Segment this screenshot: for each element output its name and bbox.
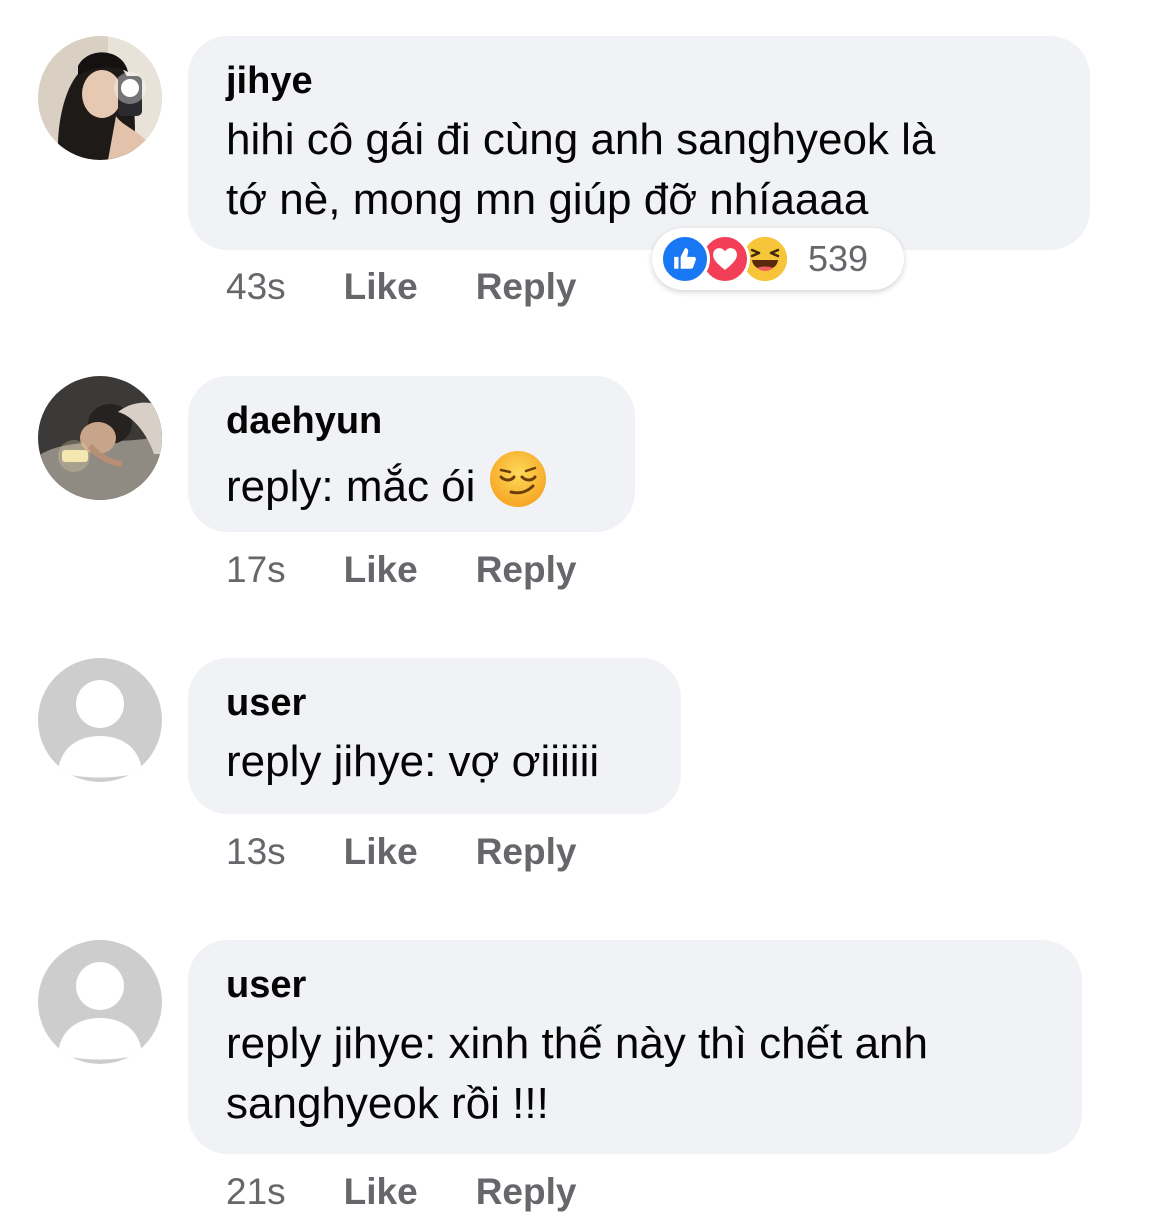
comment-bubble: user reply jihye: vợ ơiiiiii bbox=[188, 658, 681, 814]
like-button[interactable]: Like bbox=[344, 831, 418, 873]
reaction-count: 539 bbox=[808, 238, 869, 279]
comment-author[interactable]: daehyun bbox=[226, 398, 597, 444]
like-button[interactable]: Like bbox=[344, 266, 418, 308]
smirk-emoji bbox=[489, 450, 547, 524]
comment-text: reply: mắc ói bbox=[226, 450, 597, 524]
reply-button[interactable]: Reply bbox=[476, 549, 577, 591]
comment-bubble: jihye hihi cô gái đi cùng anh sanghyeok … bbox=[188, 36, 1090, 250]
comment-timestamp[interactable]: 13s bbox=[226, 831, 286, 873]
comment-actions: 13s Like Reply bbox=[226, 831, 576, 873]
comment-text: reply jihye: xinh thế này thì chết anh s… bbox=[226, 1014, 1044, 1134]
comment-text-line: sanghyeok rồi !!! bbox=[226, 1079, 549, 1128]
avatar[interactable] bbox=[38, 376, 162, 500]
like-button[interactable]: Like bbox=[344, 549, 418, 591]
comment-bubble: daehyun reply: mắc ói bbox=[188, 376, 635, 532]
comment-timestamp[interactable]: 21s bbox=[226, 1171, 286, 1213]
comment-timestamp[interactable]: 43s bbox=[226, 266, 286, 308]
comment-text-line: tớ nè, mong mn giúp đỡ nhíaaaa bbox=[226, 175, 869, 224]
comment-text-line: reply jihye: xinh thế này thì chết anh bbox=[226, 1019, 928, 1068]
comment-text-line: reply jihye: vợ ơiiiiii bbox=[226, 737, 600, 786]
avatar[interactable] bbox=[38, 658, 162, 782]
comment-author[interactable]: user bbox=[226, 962, 1044, 1008]
reaction-summary[interactable]: 539 bbox=[652, 228, 904, 290]
comment-text-line: reply: mắc ói bbox=[226, 462, 476, 511]
reply-button[interactable]: Reply bbox=[476, 266, 577, 308]
comment-text: reply jihye: vợ ơiiiiii bbox=[226, 732, 643, 792]
comment-text-line: hihi cô gái đi cùng anh sanghyeok là bbox=[226, 115, 936, 164]
comment-text: hihi cô gái đi cùng anh sanghyeok là tớ … bbox=[226, 110, 1052, 230]
comment-bubble: user reply jihye: xinh thế này thì chết … bbox=[188, 940, 1082, 1154]
like-button[interactable]: Like bbox=[344, 1171, 418, 1213]
comment-author[interactable]: jihye bbox=[226, 58, 1052, 104]
reply-button[interactable]: Reply bbox=[476, 831, 577, 873]
comment-actions: 43s Like Reply bbox=[226, 266, 576, 308]
comment-timestamp[interactable]: 17s bbox=[226, 549, 286, 591]
comment-author[interactable]: user bbox=[226, 680, 643, 726]
avatar[interactable] bbox=[38, 36, 162, 160]
comment-actions: 17s Like Reply bbox=[226, 549, 576, 591]
reply-button[interactable]: Reply bbox=[476, 1171, 577, 1213]
comment-actions: 21s Like Reply bbox=[226, 1171, 576, 1213]
like-icon bbox=[660, 234, 710, 284]
avatar[interactable] bbox=[38, 940, 162, 1064]
